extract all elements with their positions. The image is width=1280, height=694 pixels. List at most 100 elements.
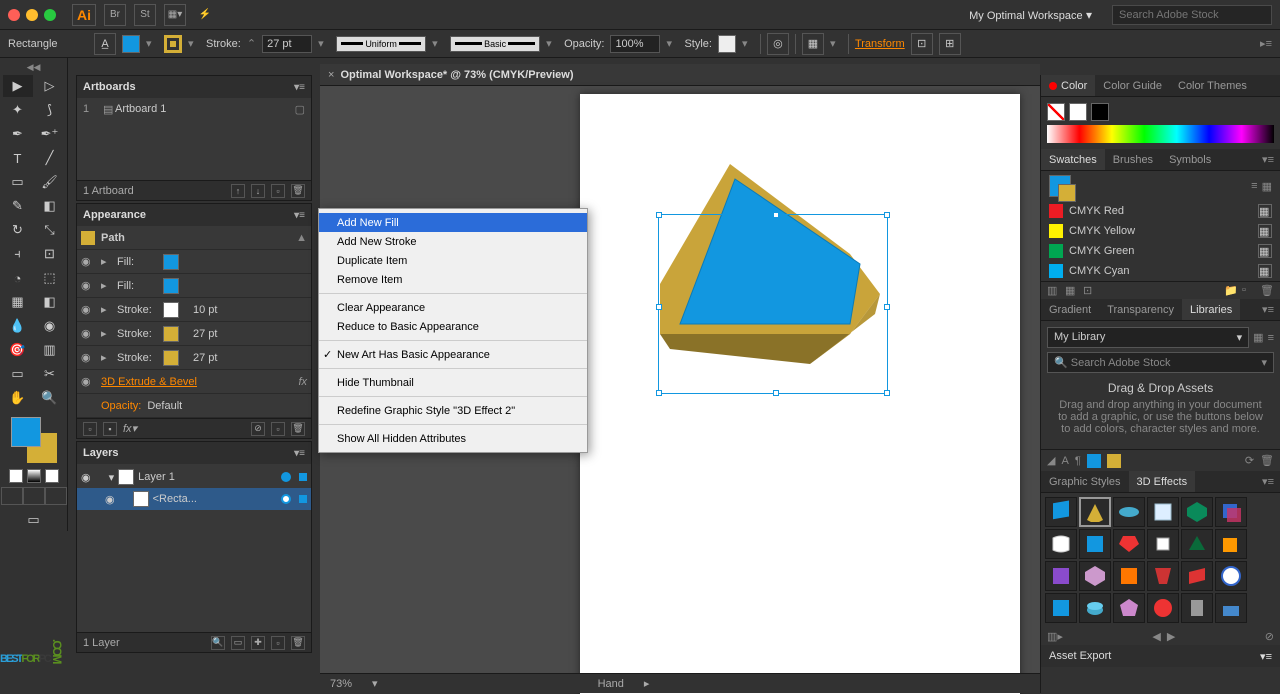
fx-menu-icon[interactable]: fx▾ <box>123 422 137 435</box>
tab-color[interactable]: Color <box>1041 75 1095 96</box>
scroll-up-icon[interactable]: ▲ <box>296 232 307 244</box>
style-thumb[interactable] <box>1113 561 1145 591</box>
edit-pattern-icon[interactable]: ⊞ <box>939 33 961 55</box>
swatch-row[interactable]: CMYK Yellow▦ <box>1041 221 1280 241</box>
library-search[interactable]: 🔍 Search Adobe Stock▾ <box>1047 352 1274 373</box>
library-selector[interactable]: My Library▾ <box>1047 327 1249 348</box>
swatch-options-icon[interactable]: ⊡ <box>1083 284 1097 298</box>
shape-builder-tool[interactable]: ◔ <box>3 267 33 289</box>
menu-item[interactable]: Redefine Graphic Style "3D Effect 2" <box>319 401 587 420</box>
new-color-group-icon[interactable]: 📁 <box>1224 284 1238 298</box>
style-thumb[interactable] <box>1079 497 1111 527</box>
attr-swatch[interactable] <box>163 302 179 318</box>
expand-icon[interactable]: ▾ <box>109 471 115 484</box>
selection-handle[interactable] <box>884 304 890 310</box>
style-thumb[interactable] <box>1045 561 1077 591</box>
recolor-icon[interactable]: ◎ <box>767 33 789 55</box>
opacity-input[interactable] <box>610 35 660 53</box>
menu-item[interactable]: Show All Hidden Attributes <box>319 429 587 448</box>
add-graphic-icon[interactable]: ◢ <box>1047 454 1055 467</box>
style-thumb[interactable] <box>1181 497 1213 527</box>
controlbar-overflow[interactable]: ▸≡ <box>1260 37 1272 50</box>
new-swatch-icon[interactable]: ▫ <box>1242 284 1256 298</box>
tab-transparency[interactable]: Transparency <box>1099 299 1182 320</box>
selection-handle[interactable] <box>656 390 662 396</box>
pen-tool[interactable]: ✒ <box>3 123 33 145</box>
workspace-switcher[interactable]: My Optimal Workspace ▾ <box>957 8 1104 22</box>
screen-mode[interactable]: ▭ <box>19 509 49 531</box>
tab-3d-effects[interactable]: 3D Effects <box>1129 471 1196 492</box>
swatch-row[interactable]: CMYK Red▦ <box>1041 201 1280 221</box>
opacity-dropdown[interactable]: ▾ <box>666 37 678 50</box>
appearance-stroke-row[interactable]: ◉▸Stroke:27 pt <box>77 322 311 346</box>
attr-swatch[interactable] <box>163 254 179 270</box>
list-view-icon[interactable]: ≡ <box>1251 180 1257 192</box>
reorder-up-icon[interactable]: ↑ <box>231 184 245 198</box>
add-char-style-icon[interactable]: A <box>1061 455 1068 467</box>
document-tab[interactable]: × Optimal Workspace* @ 73% (CMYK/Preview… <box>320 64 1040 86</box>
line-tool[interactable]: ╱ <box>35 147 65 169</box>
gradient-mode[interactable] <box>27 469 41 483</box>
expand-icon[interactable]: ▸ <box>101 351 111 364</box>
symbol-sprayer-tool[interactable]: 🎯 <box>3 339 33 361</box>
tab-color-guide[interactable]: Color Guide <box>1095 75 1170 96</box>
style-thumb[interactable] <box>1147 561 1179 591</box>
style-thumb[interactable] <box>1215 497 1247 527</box>
clear-appearance-icon[interactable]: ⊘ <box>251 422 265 436</box>
menu-item[interactable]: Add New Stroke <box>319 232 587 251</box>
brush-definition[interactable]: Basic <box>450 36 540 52</box>
magic-wand-tool[interactable]: ✦ <box>3 99 33 121</box>
style-swatch[interactable] <box>718 35 736 53</box>
gs-break-link-icon[interactable]: ⊘ <box>1265 630 1274 643</box>
add-para-style-icon[interactable]: ¶ <box>1075 455 1081 467</box>
appearance-path-row[interactable]: Path ▲ <box>77 226 311 250</box>
zoom-tool[interactable]: 🔍 <box>35 387 65 409</box>
tab-symbols[interactable]: Symbols <box>1161 149 1219 170</box>
fill-swatch[interactable] <box>122 35 140 53</box>
selection-handle[interactable] <box>773 390 779 396</box>
hand-tool[interactable]: ✋ <box>3 387 33 409</box>
close-window-button[interactable] <box>8 9 20 21</box>
gstyles-panel-menu[interactable]: ▾≡ <box>1256 475 1280 488</box>
isolate-icon[interactable]: ⊡ <box>911 33 933 55</box>
style-thumb[interactable] <box>1215 529 1247 559</box>
asset-export-header[interactable]: Asset Export ▾≡ <box>1041 645 1280 667</box>
width-tool[interactable]: ⫞ <box>3 243 33 265</box>
visibility-icon[interactable]: ◉ <box>105 493 115 506</box>
selection-handle[interactable] <box>884 390 890 396</box>
swatch-fill-stroke[interactable] <box>1049 175 1071 197</box>
style-thumb[interactable] <box>1181 593 1213 623</box>
draw-inside[interactable] <box>45 487 67 505</box>
tab-brushes[interactable]: Brushes <box>1105 149 1161 170</box>
attr-swatch[interactable] <box>163 350 179 366</box>
graph-tool[interactable]: ▥ <box>35 339 65 361</box>
appearance-opacity-row[interactable]: Opacity: Default <box>77 394 311 418</box>
style-thumb[interactable] <box>1079 529 1111 559</box>
style-thumb[interactable] <box>1181 561 1213 591</box>
delete-layer-icon[interactable]: 🗑 <box>291 636 305 650</box>
zoom-dropdown[interactable]: ▾ <box>372 677 378 690</box>
appearance-stroke-row[interactable]: ◉▸Stroke:10 pt <box>77 298 311 322</box>
add-stroke-color-icon[interactable] <box>1107 454 1121 468</box>
layer-row[interactable]: ◉ <Recta... <box>77 488 311 510</box>
artboard-canvas[interactable] <box>580 94 1020 694</box>
libraries-panel-menu[interactable]: ▾≡ <box>1256 303 1280 316</box>
stroke-weight-input[interactable] <box>262 35 312 53</box>
stroke-decrement[interactable]: ⌃ <box>247 37 256 50</box>
reorder-down-icon[interactable]: ↓ <box>251 184 265 198</box>
brush-dropdown[interactable]: ▾ <box>546 37 558 50</box>
artboard-row[interactable]: 1 ▤ Artboard 1 ▢ <box>77 98 311 120</box>
visibility-icon[interactable]: ◉ <box>81 303 95 316</box>
gradient-tool[interactable]: ◧ <box>35 291 65 313</box>
attr-swatch[interactable] <box>163 326 179 342</box>
transform-link[interactable]: Transform <box>855 38 905 50</box>
expand-icon[interactable]: ▸ <box>101 279 111 292</box>
perspective-tool[interactable]: ⬚ <box>35 267 65 289</box>
selection-tool[interactable]: ▶ <box>3 75 33 97</box>
direct-selection-tool[interactable]: ▷ <box>35 75 65 97</box>
style-thumb[interactable] <box>1113 593 1145 623</box>
lib-sync-icon[interactable]: ⟳ <box>1245 454 1254 467</box>
tab-swatches[interactable]: Swatches <box>1041 149 1105 170</box>
new-sublayer-icon[interactable]: ✚ <box>251 636 265 650</box>
minimize-window-button[interactable] <box>26 9 38 21</box>
